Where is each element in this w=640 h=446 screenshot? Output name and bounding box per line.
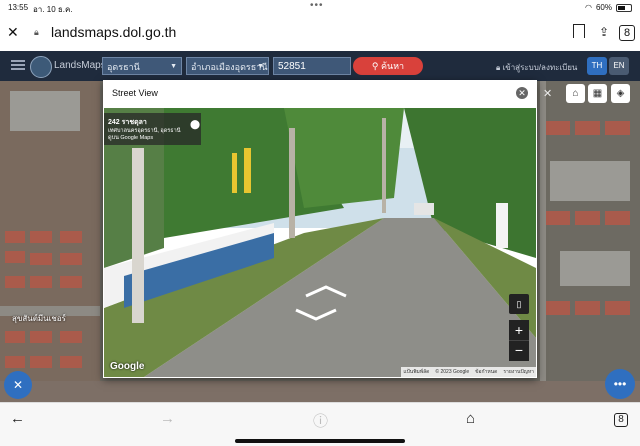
province-value: อุดรธานี <box>107 62 140 72</box>
back-arrow-icon[interactable]: ← <box>10 410 25 427</box>
district-value: อำเภอเมืองอุดรธานี <box>191 62 268 72</box>
more-fab-button[interactable]: ••• <box>605 369 635 399</box>
layers-icon[interactable]: ◈ <box>611 84 630 103</box>
multitasking-dots[interactable]: ••• <box>310 0 324 11</box>
browser-bottom-toolbar: ← → ⓘ ⌂ 8 <box>0 402 640 446</box>
home-icon[interactable]: ⌂ <box>466 410 475 427</box>
status-bar: 13:55 อา. 10 ธ.ค. ••• ◠ 60% <box>0 0 640 16</box>
lang-en-button[interactable]: EN <box>609 57 629 75</box>
street-locality: เทศบาลนครอุดรธานี, อุดรธานี <box>108 128 181 134</box>
home-icon[interactable]: ⌂ <box>566 84 585 103</box>
lock-icon: 🔒︎ <box>34 27 39 37</box>
more-icon: ••• <box>613 377 627 391</box>
google-logo: Google <box>110 361 145 372</box>
url-text[interactable]: landsmaps.dol.go.th <box>51 24 176 40</box>
menu-icon[interactable] <box>11 60 25 70</box>
login-label: เข้าสู่ระบบ/ลงทะเบียน <box>502 63 578 72</box>
close-icon[interactable]: ✕ <box>7 24 19 41</box>
share-icon[interactable]: ⇪ <box>596 24 612 40</box>
tools-icon: ✕ <box>12 378 24 392</box>
street-view-image <box>104 108 536 377</box>
tabs-button[interactable]: 8 <box>614 413 628 427</box>
district-select[interactable]: อำเภอเมืองอุดรธานี ▼ <box>186 57 269 75</box>
street-address: 242 ราชดุลา <box>108 119 147 126</box>
search-label: ค้นหา <box>380 61 405 71</box>
footer-shortcuts-link[interactable]: แป้นพิมพ์ลัด <box>403 367 429 377</box>
home-indicator <box>235 439 405 443</box>
street-view-modal: Street View ✕ 242 ราชดุลา เทศบาลนครอุดรธ… <box>103 80 537 378</box>
map-place-label: สุขสันต์มีนเชอร์ <box>12 314 66 323</box>
footer-copyright: © 2023 Google <box>435 369 470 375</box>
map-close-icon[interactable]: ✕ <box>543 87 552 100</box>
forward-arrow-icon[interactable]: → <box>160 410 175 427</box>
tools-fab-button[interactable]: ✕ <box>4 371 32 399</box>
login-link[interactable]: 🔒︎ เข้าสู่ระบบ/ลงทะเบียน <box>496 61 577 74</box>
street-view-footer: แป้นพิมพ์ลัด © 2023 Google ข้อกำหนด รายง… <box>401 367 536 377</box>
location-pin-icon[interactable]: ⬤ <box>190 119 200 130</box>
footer-terms-link[interactable]: ข้อกำหนด <box>475 367 497 377</box>
parcel-number-input[interactable]: 52851 <box>273 57 351 75</box>
footer-report-link[interactable]: รายงานปัญหา <box>503 367 534 377</box>
zoom-in-button[interactable]: + <box>509 320 529 341</box>
status-time: 13:55 <box>8 3 29 12</box>
tabs-button[interactable]: 8 <box>619 25 635 41</box>
search-button[interactable]: ⚲ ค้นหา <box>353 57 423 75</box>
lang-th-button[interactable]: TH <box>587 57 607 75</box>
navigate-forward-arrow-icon[interactable] <box>304 284 348 298</box>
street-view-info-box: 242 ราชดุลา เทศบาลนครอุดรธานี, อุดรธานี … <box>104 113 201 145</box>
search-icon: ⚲ <box>371 61 381 71</box>
modal-header: Street View ✕ <box>103 80 537 108</box>
chevron-down-icon: ▼ <box>170 63 177 70</box>
view-on-google-maps-link[interactable]: ดูบน Google Maps <box>108 135 197 142</box>
province-select[interactable]: อุดรธานี ▼ <box>102 57 182 75</box>
zoom-out-button[interactable]: − <box>509 341 529 361</box>
bookmark-icon[interactable] <box>573 24 585 38</box>
app-header: LandsMaps อุดรธานี ▼ อำเภอเมืองอุดรธานี ▼ … <box>0 51 640 81</box>
dol-logo <box>30 56 52 78</box>
browser-url-bar: ✕ 🔒︎ landsmaps.dol.go.th ⇪ 8 <box>0 16 640 50</box>
info-icon[interactable]: ⓘ <box>313 410 328 431</box>
battery-icon <box>616 3 632 12</box>
navigate-back-arrow-icon[interactable] <box>294 308 338 322</box>
street-view-panorama[interactable]: 242 ราชดุลา เทศบาลนครอุดรธานี, อุดรธานี … <box>104 108 536 377</box>
pegman-icon[interactable]: ▯ <box>509 294 529 314</box>
battery-percent: 60% <box>595 3 612 12</box>
brand-name: LandsMaps <box>54 60 106 71</box>
wifi-icon: ◠ <box>585 3 592 12</box>
keyboard-icon[interactable]: ▦ <box>588 84 607 103</box>
close-icon[interactable]: ✕ <box>516 87 528 99</box>
status-date: อา. 10 ธ.ค. <box>33 5 73 14</box>
chevron-down-icon: ▼ <box>257 63 264 70</box>
modal-title: Street View <box>112 88 158 98</box>
